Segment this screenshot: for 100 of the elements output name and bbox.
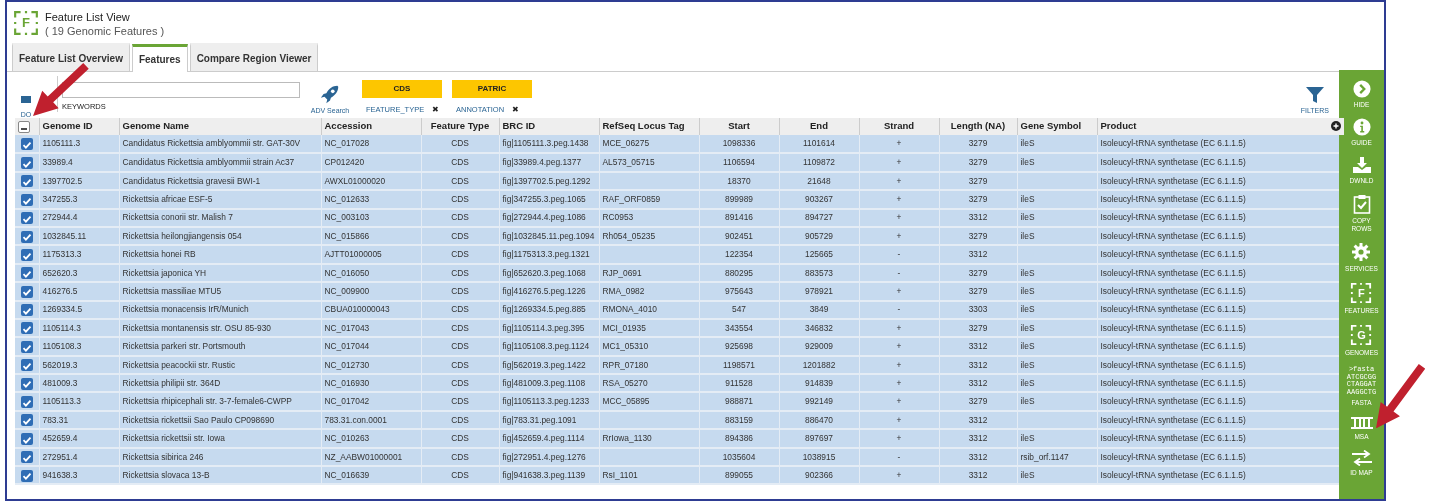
table-cell: Isoleucyl-tRNA synthetase (EC 6.1.1.5): [1100, 194, 1246, 205]
table-cell: 1035604: [722, 451, 756, 462]
table-cell: RMA_0982: [602, 286, 645, 296]
table-cell: RJP_0691: [602, 267, 642, 278]
column-header[interactable]: Product: [1100, 120, 1137, 132]
table-cell: fig|562019.3.peg.1422: [502, 359, 586, 370]
remove-filter-button[interactable]: ✖: [512, 104, 520, 116]
table-cell: 1105114.3: [42, 322, 81, 333]
row-checkbox[interactable]: [20, 451, 33, 464]
table-cell: Rickettsia peacockii str. Rustic: [122, 359, 236, 370]
table-cell: 1109872: [803, 157, 835, 168]
table-cell: 905729: [805, 230, 833, 241]
table-cell: Isoleucyl-tRNA synthetase (EC 6.1.1.5): [1100, 157, 1246, 168]
table-cell: 272951.4: [42, 451, 78, 462]
table-cell: NC_012730: [324, 359, 370, 370]
table-cell: 3279: [968, 396, 988, 407]
table-cell: ileS: [1020, 341, 1035, 352]
table-cell: Rickettsia philipii str. 364D: [122, 377, 221, 388]
table-cell: 3312: [968, 341, 988, 352]
table-cell: RC0953: [602, 212, 634, 223]
table-cell: Rickettsia africae ESF-5: [122, 194, 213, 205]
row-checkbox[interactable]: [20, 414, 33, 427]
tab[interactable]: Compare Region Viewer: [189, 43, 319, 71]
table-cell: fig|481009.3.peg.1108: [502, 377, 586, 388]
table-cell: 3279: [968, 286, 988, 296]
table-cell: 122354: [725, 249, 753, 260]
table-cell: 894386: [725, 433, 753, 444]
row-checkbox[interactable]: [20, 432, 33, 445]
row-checkbox[interactable]: [20, 304, 33, 317]
table-cell: ileS: [1020, 322, 1035, 333]
table-cell: CBUA010000043: [324, 304, 390, 315]
table-cell: 883573: [805, 267, 833, 278]
tab[interactable]: Feature List Overview: [12, 43, 130, 71]
table-cell: Rickettsia massiliae MTU5: [122, 286, 222, 296]
table-cell: Isoleucyl-tRNA synthetase (EC 6.1.1.5): [1100, 267, 1246, 278]
table-cell: Rickettsia rickettsii str. Iowa: [122, 433, 225, 444]
table-cell: Rickettsia japonica YH: [122, 267, 207, 278]
table-cell: fig|1105113.3.peg.1233: [502, 396, 590, 407]
settings-icon: [1351, 242, 1372, 262]
row-checkbox[interactable]: [20, 248, 33, 261]
keywords-field[interactable]: [62, 82, 300, 98]
row-checkbox[interactable]: [20, 285, 33, 298]
table-cell: fig|1105111.3.peg.1438: [502, 138, 589, 149]
table-cell: +: [896, 212, 902, 223]
tab[interactable]: Features: [131, 44, 188, 72]
table-cell: ileS: [1020, 194, 1035, 205]
row-checkbox[interactable]: [20, 175, 33, 188]
table-cell: 3279: [968, 175, 988, 186]
column-header[interactable]: Start: [728, 120, 750, 132]
table-cell: NC_009900: [324, 286, 370, 296]
row-checkbox[interactable]: [20, 267, 33, 280]
table-cell: 978921: [805, 286, 833, 296]
table-cell: MC1_05310: [602, 341, 649, 352]
table-cell: fig|652620.3.peg.1068: [502, 267, 586, 278]
table-cell: CDS: [451, 138, 469, 149]
table-cell: CDS: [451, 341, 469, 352]
clipboard-icon: [1352, 194, 1371, 214]
remove-filter-button[interactable]: ✖: [432, 104, 440, 116]
row-checkbox[interactable]: [20, 396, 33, 409]
info-icon: [1352, 118, 1371, 136]
table-cell: 481009.3: [42, 377, 78, 388]
table-cell: ileS: [1020, 304, 1035, 315]
table-cell: +: [896, 175, 902, 186]
hide-icon: [1352, 80, 1371, 98]
table-cell: 18370: [727, 175, 751, 186]
row-checkbox[interactable]: [20, 138, 33, 151]
table-cell: 783.31: [42, 414, 69, 425]
table-cell: 562019.3: [42, 359, 78, 370]
table-cell: Isoleucyl-tRNA synthetase (EC 6.1.1.5): [1100, 175, 1246, 186]
table-cell: Isoleucyl-tRNA synthetase (EC 6.1.1.5): [1100, 377, 1246, 388]
table-cell: fig|941638.3.peg.1139: [502, 469, 586, 480]
row-checkbox[interactable]: [20, 359, 33, 372]
feature-count: ( 19 Genomic Features ): [45, 24, 165, 38]
row-checkbox[interactable]: [20, 322, 33, 335]
table-cell: Rickettsia conorii str. Malish 7: [122, 212, 233, 223]
table-cell: 902366: [805, 469, 833, 480]
table-cell: ileS: [1020, 377, 1035, 388]
row-checkbox[interactable]: [20, 230, 33, 243]
table-cell: CDS: [451, 414, 469, 425]
table-cell: 992149: [805, 396, 833, 407]
row-checkbox[interactable]: [20, 340, 33, 353]
row-checkbox[interactable]: [20, 156, 33, 169]
add-column-icon[interactable]: [1330, 121, 1341, 131]
table-cell: NC_003103: [324, 212, 370, 223]
table-cell: ileS: [1020, 157, 1035, 168]
column-header[interactable]: End: [810, 120, 828, 132]
table-cell: 547: [732, 304, 746, 315]
table-cell: fig|33989.4.peg.1377: [502, 157, 582, 168]
table-cell: 346832: [805, 322, 833, 333]
table-cell: 343554: [725, 322, 753, 333]
row-checkbox[interactable]: [20, 212, 33, 225]
row-checkbox[interactable]: [20, 377, 33, 390]
row-checkbox[interactable]: [20, 469, 33, 482]
select-all-checkbox[interactable]: [18, 120, 30, 133]
table-cell: +: [896, 286, 902, 296]
table-cell: 880295: [725, 267, 753, 278]
table-cell: NC_017028: [324, 138, 370, 149]
table-cell: fig|272951.4.peg.1276: [502, 451, 586, 462]
row-checkbox[interactable]: [20, 193, 33, 206]
table-cell: +: [896, 469, 902, 480]
